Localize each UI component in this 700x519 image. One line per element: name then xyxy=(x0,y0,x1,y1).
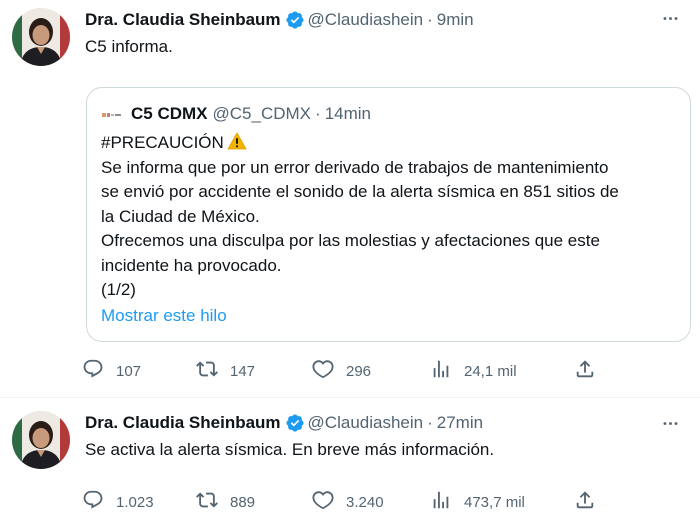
views-chart-icon xyxy=(430,489,464,515)
retweet-count: 889 xyxy=(230,493,256,511)
avatar[interactable] xyxy=(12,411,70,469)
verified-badge-icon xyxy=(285,413,305,433)
tweet[interactable]: Dra. Claudia Sheinbaum @Claudiashein · 2… xyxy=(0,398,700,518)
tweet-header: Dra. Claudia Sheinbaum @Claudiashein · 2… xyxy=(85,411,483,435)
reply-icon xyxy=(82,489,116,515)
author-handle[interactable]: @Claudiashein xyxy=(308,10,424,30)
author-handle[interactable]: @Claudiashein xyxy=(308,413,424,433)
timestamp[interactable]: 27min xyxy=(437,413,483,433)
reply-icon xyxy=(82,358,116,384)
views-count: 473,7 mil xyxy=(464,493,525,511)
like-button[interactable]: 296 xyxy=(312,354,371,388)
like-button[interactable]: 3.240 xyxy=(312,485,384,519)
share-button[interactable] xyxy=(574,354,596,388)
show-thread-link[interactable]: Mostrar este hilo xyxy=(101,306,227,326)
reply-button[interactable]: 107 xyxy=(82,354,141,388)
more-options-icon[interactable] xyxy=(656,409,684,437)
more-options-icon[interactable] xyxy=(656,4,684,32)
heart-icon xyxy=(312,489,346,515)
author-name[interactable]: Dra. Claudia Sheinbaum xyxy=(85,413,281,433)
quote-line: Ofrecemos una disculpa por las molestias… xyxy=(101,231,600,250)
views-chart-icon xyxy=(430,358,464,384)
action-bar: 107 147 296 24,1 mil xyxy=(82,354,602,388)
separator-dot: · xyxy=(315,104,321,123)
quote-timestamp[interactable]: 14min xyxy=(325,104,371,124)
retweet-button[interactable]: 889 xyxy=(196,485,255,519)
quote-text: #PRECAUCIÓN Se informa que por un error … xyxy=(101,131,619,303)
verified-badge-icon xyxy=(285,10,305,30)
views-button[interactable]: 24,1 mil xyxy=(430,354,517,388)
quote-line: la Ciudad de México. xyxy=(101,206,260,226)
separator-dot: · xyxy=(427,10,433,29)
retweet-icon xyxy=(196,358,230,384)
reply-count: 1.023 xyxy=(116,493,154,511)
reply-button[interactable]: 1.023 xyxy=(82,485,154,519)
share-button[interactable] xyxy=(574,485,596,519)
quote-line: se envió por accidente el sonido de la a… xyxy=(101,182,619,201)
views-button[interactable]: 473,7 mil xyxy=(430,485,525,519)
quote-line: (1/2) xyxy=(101,280,136,299)
share-icon xyxy=(574,358,596,385)
quote-line: incidente ha provocado. xyxy=(101,255,282,275)
author-name[interactable]: Dra. Claudia Sheinbaum xyxy=(85,10,281,30)
hashtag[interactable]: #PRECAUCIÓN xyxy=(101,133,224,152)
heart-icon xyxy=(312,358,346,384)
tweet-text: Se activa la alerta sísmica. En breve má… xyxy=(85,440,495,459)
like-count: 296 xyxy=(346,362,372,380)
tweet-header: Dra. Claudia Sheinbaum @Claudiashein · 9… xyxy=(85,8,474,32)
quote-avatar[interactable] xyxy=(101,107,123,121)
quote-line: Se informa que por un error derivado de … xyxy=(101,157,609,177)
timestamp[interactable]: 9min xyxy=(437,10,474,30)
quote-header: C5 CDMX @C5_CDMX · 14min xyxy=(101,102,371,126)
retweet-count: 147 xyxy=(230,362,256,380)
warning-emoji-icon xyxy=(227,132,247,150)
views-count: 24,1 mil xyxy=(464,362,517,380)
retweet-icon xyxy=(196,489,230,515)
avatar[interactable] xyxy=(12,8,70,66)
tweet-text: C5 informa. xyxy=(85,37,173,56)
quote-line: #PRECAUCIÓN xyxy=(101,131,619,156)
retweet-button[interactable]: 147 xyxy=(196,354,255,388)
quoted-tweet[interactable]: C5 CDMX @C5_CDMX · 14min #PRECAUCIÓN Se … xyxy=(86,87,691,342)
share-icon xyxy=(574,489,596,516)
reply-count: 107 xyxy=(116,362,142,380)
quote-author-handle[interactable]: @C5_CDMX xyxy=(213,104,312,124)
quote-author-name[interactable]: C5 CDMX xyxy=(131,104,208,124)
action-bar: 1.023 889 3.240 473,7 mil xyxy=(82,485,602,519)
tweet[interactable]: Dra. Claudia Sheinbaum @Claudiashein · 9… xyxy=(0,0,700,398)
like-count: 3.240 xyxy=(346,493,384,511)
separator-dot: · xyxy=(427,413,433,432)
